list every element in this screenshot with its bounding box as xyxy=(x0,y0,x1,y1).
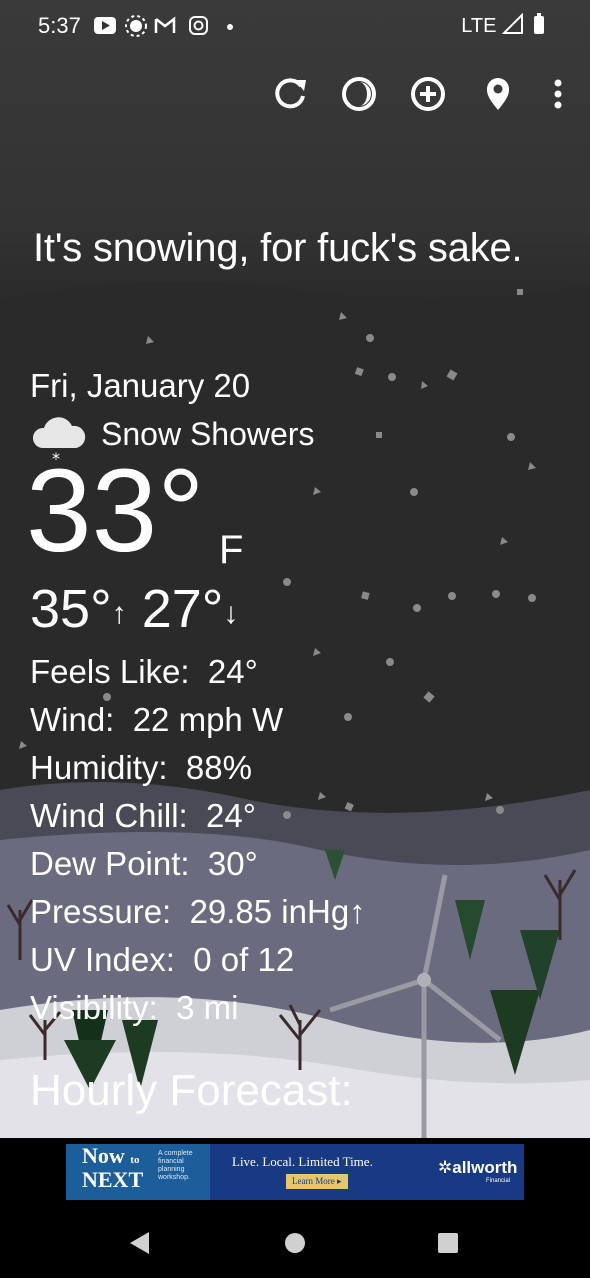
detail-wind: Wind: 22 mph W xyxy=(30,696,366,744)
home-icon[interactable] xyxy=(285,1233,305,1253)
detail-label: Dew Point: xyxy=(30,845,190,882)
signal-battery-icons xyxy=(501,12,544,34)
detail-value: 88% xyxy=(185,749,252,786)
network-type-label: LTE xyxy=(461,15,497,37)
detail-label: Visibility: xyxy=(30,989,158,1026)
detail-value: 24° xyxy=(206,797,256,834)
detail-label: Humidity: xyxy=(30,749,168,786)
ad-learn-more-button[interactable]: Learn More ▸ xyxy=(286,1174,348,1189)
current-date: Fri, January 20 xyxy=(30,367,251,404)
status-network: LTE xyxy=(461,12,550,38)
ad-left-panel: Now to NEXT A complete financial plannin… xyxy=(66,1144,210,1200)
location-pin-icon[interactable] xyxy=(476,72,520,116)
detail-label: Pressure: xyxy=(30,893,172,930)
detail-value: 24° xyxy=(207,653,258,690)
high-temp: 35° xyxy=(30,579,112,639)
detail-label: Feels Like: xyxy=(30,653,190,690)
detail-visibility: Visibility: 3 mi xyxy=(30,984,366,1032)
ad-banner[interactable]: Now to NEXT A complete financial plannin… xyxy=(66,1144,524,1200)
temperature-unit: F xyxy=(219,528,244,572)
weather-details-list: Feels Like: 24° Wind: 22 mph W Humidity:… xyxy=(30,648,366,1032)
status-time: 5:37 xyxy=(38,13,81,38)
snark-headline: It's snowing, for fuck's sake. xyxy=(33,226,523,270)
detail-wind-chill: Wind Chill: 24° xyxy=(30,792,366,840)
detail-value: 0 of 12 xyxy=(193,941,295,978)
detail-uv-index: UV Index: 0 of 12 xyxy=(30,936,366,984)
notification-dot-icon xyxy=(227,24,233,30)
ad-brand-sub: Financial xyxy=(486,1178,511,1184)
more-options-icon[interactable] xyxy=(536,72,580,116)
battery-icon xyxy=(534,16,544,34)
detail-feels-like: Feels Like: 24° xyxy=(30,648,366,696)
ad-button-label: Learn More xyxy=(292,1176,335,1186)
add-location-icon[interactable] xyxy=(406,72,450,116)
hourly-forecast-heading: Hourly Forecast: xyxy=(30,1066,353,1115)
detail-value: 3 mi xyxy=(176,989,239,1026)
ad-brand-name: allworth xyxy=(452,1158,518,1177)
detail-value: 29.85 inHg↑ xyxy=(189,893,366,930)
signal-icon xyxy=(501,12,523,34)
youtube-icon xyxy=(94,17,116,34)
instagram-icon xyxy=(189,16,208,35)
recents-icon[interactable] xyxy=(438,1233,458,1253)
low-temp: 27° xyxy=(141,579,224,639)
high-low-temps: 35°↑ 27°↓ xyxy=(30,578,238,640)
system-nav-bar xyxy=(130,1232,458,1254)
ad-now-to-next: Now to NEXT xyxy=(82,1143,144,1192)
detail-label: UV Index: xyxy=(30,941,175,978)
theme-icon[interactable] xyxy=(337,72,381,116)
detail-dew-point: Dew Point: 30° xyxy=(30,840,366,888)
detail-pressure: Pressure: 29.85 inHg↑ xyxy=(30,888,366,936)
detail-value: 22 mph W xyxy=(132,701,284,738)
status-bar: 5:37 LTE xyxy=(0,0,590,54)
refresh-icon[interactable] xyxy=(268,72,312,116)
gmail-icon xyxy=(154,16,176,33)
ad-tagline: Live. Local. Limited Time. xyxy=(232,1154,373,1169)
ad-brand-logo: ✲allworth xyxy=(438,1158,518,1177)
ad-to-text: to xyxy=(130,1154,140,1166)
low-arrow: ↓ xyxy=(223,597,239,630)
detail-value: 30° xyxy=(207,845,258,882)
back-icon[interactable] xyxy=(130,1232,149,1254)
ad-small-text: A complete financial planning workshop. xyxy=(158,1150,193,1181)
settings-sun-icon xyxy=(125,15,147,37)
ad-next-text: NEXT xyxy=(82,1167,144,1192)
high-arrow: ↑ xyxy=(111,597,127,630)
status-notification-icons xyxy=(94,15,233,37)
detail-humidity: Humidity: 88% xyxy=(30,744,366,792)
current-temperature: 33° xyxy=(26,445,205,577)
ad-now-text: Now xyxy=(82,1143,125,1168)
detail-label: Wind: xyxy=(30,701,115,738)
detail-label: Wind Chill: xyxy=(30,797,188,834)
